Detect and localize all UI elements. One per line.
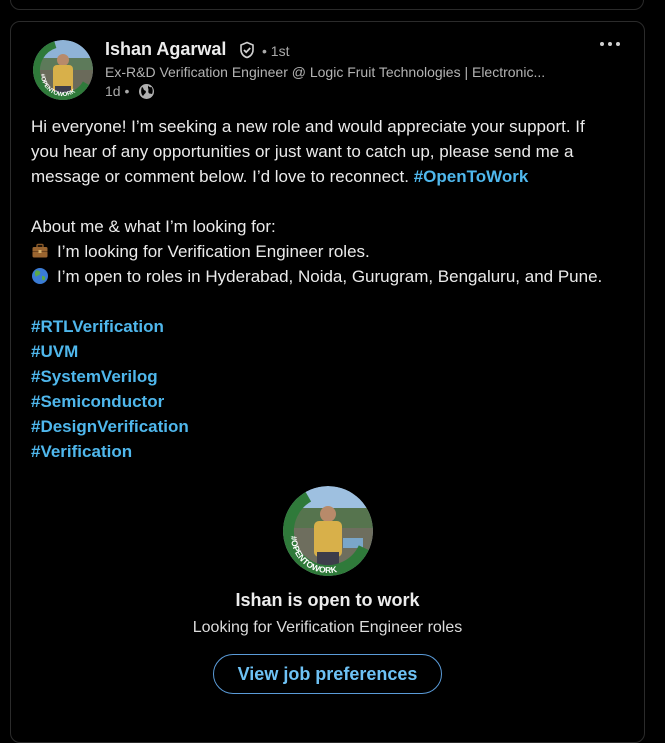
author-headline[interactable]: Ex-R&D Verification Engineer @ Logic Fru…	[105, 64, 545, 80]
open-to-work-title: Ishan is open to work	[235, 590, 420, 610]
more-options-button[interactable]	[596, 34, 624, 54]
open-to-work-subtitle: Looking for Verification Engineer roles	[192, 619, 463, 636]
body-line-text: I’m open to roles in Hyderabad, Noida, G…	[57, 267, 603, 286]
body-line: About me & what I’m looking for:	[31, 217, 276, 236]
body-line: message or comment below. I’d love to re…	[31, 164, 631, 189]
hashtag-link[interactable]: #Verification	[31, 439, 631, 464]
author-name[interactable]: Ishan Agarwal	[105, 39, 226, 60]
author-avatar[interactable]: #OPENTOWORK	[33, 40, 93, 100]
hashtag-link[interactable]: #Semiconductor	[31, 389, 631, 414]
previous-post-card	[10, 0, 644, 10]
more-horizontal-icon	[600, 42, 620, 46]
hashtag-opentowork[interactable]: #OpenToWork	[414, 167, 529, 186]
body-line: you hear of any opportunities or just wa…	[31, 142, 574, 161]
body-line: Hi everyone! I’m seeking a new role and …	[31, 117, 585, 136]
body-line: I’m open to roles in Hyderabad, Noida, G…	[31, 264, 631, 289]
post-card: #OPENTOWORK Ishan Agarwal • 1st Ex-R&D V…	[10, 21, 645, 743]
scroll-edge	[654, 0, 665, 717]
verified-icon	[238, 41, 256, 59]
body-line-text: I’m looking for Verification Engineer ro…	[57, 242, 370, 261]
body-line-text: message or comment below. I’d love to re…	[31, 167, 414, 186]
view-job-preferences-button[interactable]: View job preferences	[213, 654, 442, 694]
hashtag-link[interactable]: #RTLVerification	[31, 314, 631, 339]
globe-showing-asia-icon	[31, 267, 49, 285]
post-time: 1d •	[105, 83, 130, 99]
body-line: I’m looking for Verification Engineer ro…	[31, 239, 631, 264]
open-to-work-avatar[interactable]: #OPENTOWORK	[283, 486, 373, 576]
hashtag-link[interactable]: #SystemVerilog	[31, 364, 631, 389]
post-body: Hi everyone! I’m seeking a new role and …	[31, 114, 631, 464]
briefcase-icon	[31, 242, 49, 260]
hashtag-link[interactable]: #UVM	[31, 339, 631, 364]
hashtag-link[interactable]: #DesignVerification	[31, 414, 631, 439]
globe-icon	[138, 83, 155, 100]
connection-degree: • 1st	[262, 43, 290, 59]
